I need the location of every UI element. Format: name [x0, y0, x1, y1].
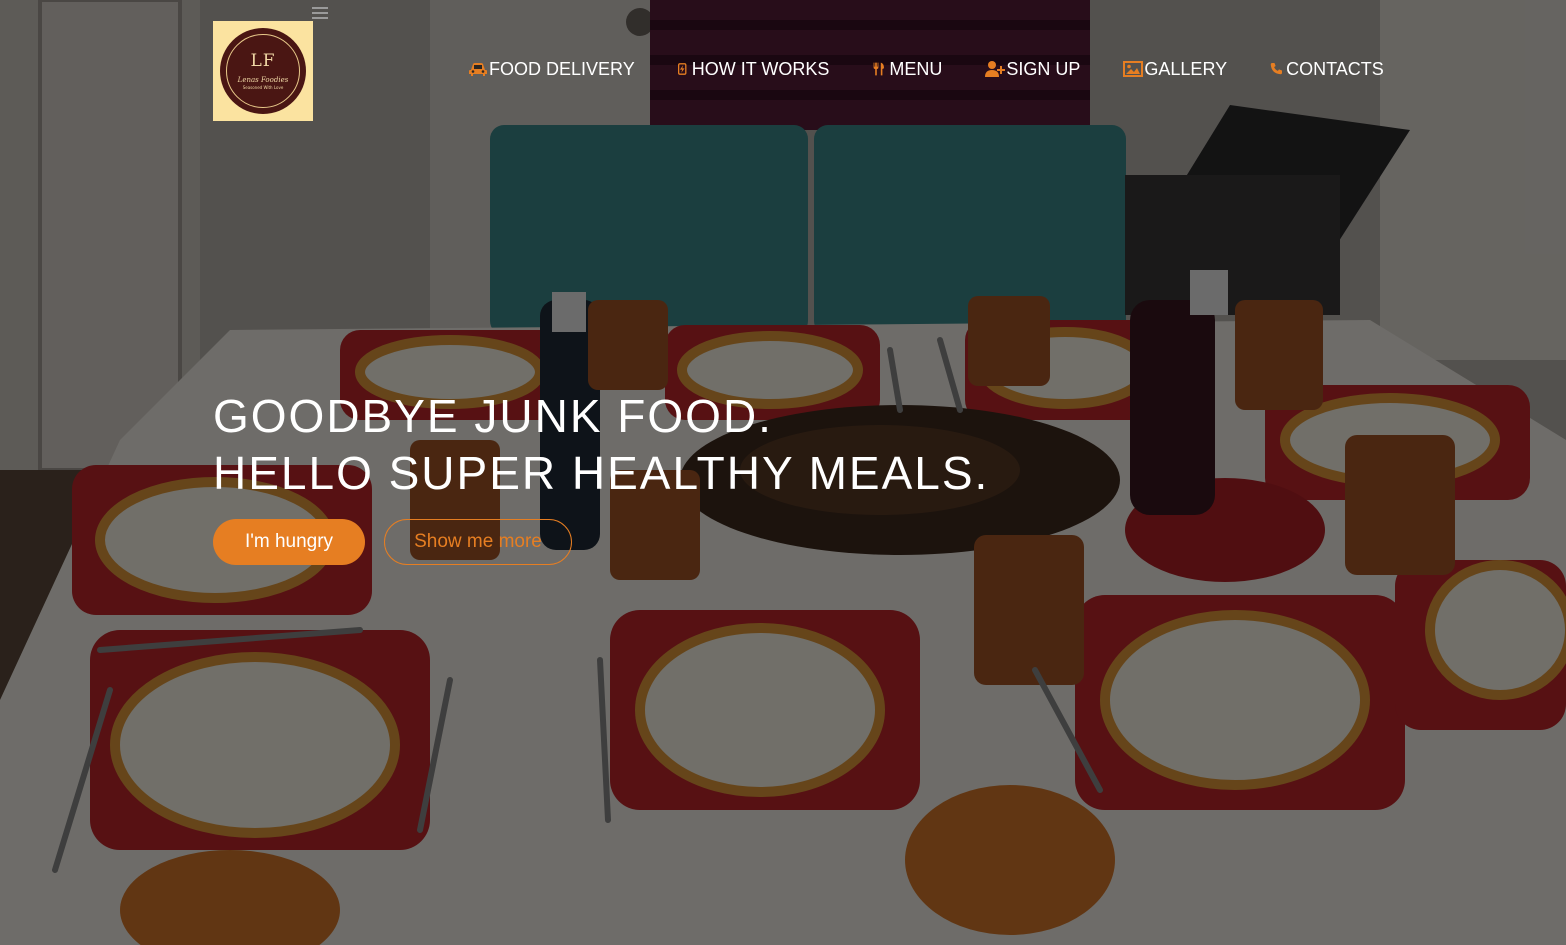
hamburger-bar — [312, 12, 328, 14]
site-logo[interactable]: LF Lenas Foodies Seasoned With Love — [213, 21, 313, 121]
bolt-icon — [677, 63, 687, 75]
im-hungry-button[interactable]: I'm hungry — [213, 519, 365, 565]
logo-name: Lenas Foodies — [237, 76, 289, 84]
logo-emblem: LF Lenas Foodies Seasoned With Love — [220, 28, 306, 114]
hero-headline-line-1: GOODBYE JUNK FOOD. — [213, 390, 773, 442]
logo-inner-ring: LF Lenas Foodies Seasoned With Love — [226, 34, 300, 108]
car-icon — [469, 63, 487, 76]
nav-label: HOW IT WORKS — [691, 58, 830, 79]
show-me-more-button[interactable]: Show me more — [384, 519, 572, 565]
hero-headline-line-2: HELLO SUPER HEALTHY MEALS. — [213, 447, 990, 499]
user-plus-icon — [985, 61, 1006, 77]
nav-label: FOOD DELIVERY — [489, 58, 635, 79]
nav-item-gallery[interactable]: GALLERY — [1123, 59, 1227, 80]
hero-headline: GOODBYE JUNK FOOD. HELLO SUPER HEALTHY M… — [213, 388, 989, 502]
main-navigation: FOOD DELIVERY HOW IT WORKS MENU SIGN UP … — [468, 56, 1384, 82]
nav-item-sign-up[interactable]: SIGN UP — [985, 59, 1080, 80]
logo-monogram: LF — [250, 51, 276, 71]
utensils-icon — [873, 62, 885, 76]
nav-label: GALLERY — [1144, 58, 1228, 79]
nav-item-contacts[interactable]: CONTACTS — [1270, 59, 1384, 80]
nav-item-how-it-works[interactable]: HOW IT WORKS — [677, 58, 830, 80]
logo-tagline: Seasoned With Love — [242, 85, 284, 90]
nav-label: MENU — [889, 58, 943, 79]
nav-item-food-delivery[interactable]: FOOD DELIVERY — [468, 59, 635, 80]
hamburger-icon[interactable] — [312, 6, 328, 20]
phone-icon — [1270, 63, 1283, 75]
hamburger-bar — [312, 7, 328, 9]
nav-label: SIGN UP — [1006, 58, 1081, 79]
image-icon — [1123, 61, 1144, 77]
hamburger-bar — [312, 17, 328, 19]
nav-label: CONTACTS — [1286, 58, 1384, 79]
nav-item-menu[interactable]: MENU — [872, 59, 942, 80]
